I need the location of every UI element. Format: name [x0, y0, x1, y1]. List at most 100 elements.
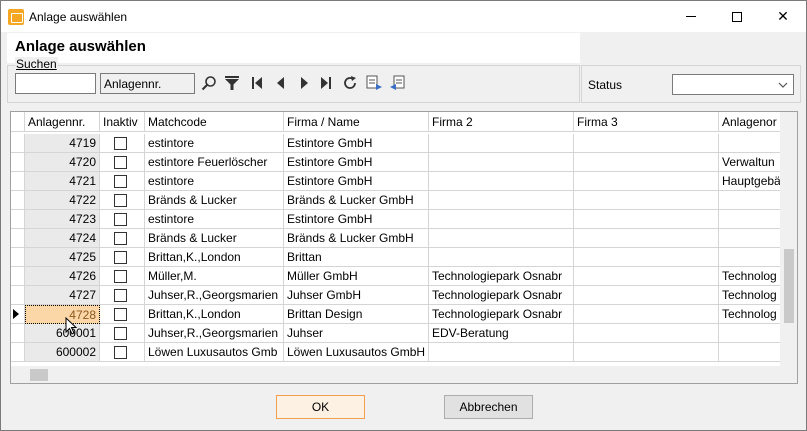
last-record-icon[interactable]	[317, 74, 335, 92]
table-row[interactable]: 4721 estintore Estintore GmbH Hauptgebä	[11, 172, 781, 191]
ort-cell[interactable]	[719, 134, 781, 153]
ort-cell[interactable]: Hauptgebä	[719, 172, 781, 191]
firma3-cell[interactable]	[574, 248, 719, 267]
matchcode-cell[interactable]: Brittan,K.,London	[145, 305, 284, 324]
ort-cell[interactable]	[719, 210, 781, 229]
table-row[interactable]: 4723 estintore Estintore GmbH	[11, 210, 781, 229]
ort-cell[interactable]: Technolog	[719, 267, 781, 286]
firma2-cell[interactable]	[429, 191, 574, 210]
inaktiv-cell[interactable]	[100, 210, 145, 229]
firma3-cell[interactable]	[574, 324, 719, 343]
maximize-button[interactable]	[714, 1, 760, 32]
inaktiv-checkbox[interactable]	[114, 308, 127, 321]
firma2-cell[interactable]: EDV-Beratung	[429, 324, 574, 343]
matchcode-cell[interactable]: estintore	[145, 172, 284, 191]
table-row[interactable]: 4722 Bränds & Lucker Bränds & Lucker GmbH	[11, 191, 781, 210]
firma2-cell[interactable]	[429, 134, 574, 153]
cancel-button[interactable]: Abbrechen	[444, 395, 533, 419]
row-indicator[interactable]	[11, 153, 25, 172]
firma3-cell[interactable]	[574, 305, 719, 324]
vertical-scroll-thumb[interactable]	[784, 249, 794, 323]
ort-cell[interactable]: Technolog	[719, 286, 781, 305]
firma-cell[interactable]: Estintore GmbH	[284, 134, 429, 153]
matchcode-cell[interactable]: estintore	[145, 134, 284, 153]
row-indicator[interactable]	[11, 134, 25, 153]
firma3-cell[interactable]	[574, 172, 719, 191]
matchcode-cell[interactable]: Juhser,R.,Georgsmarien	[145, 324, 284, 343]
matchcode-cell[interactable]: estintore	[145, 210, 284, 229]
nr-cell[interactable]: 4721	[25, 172, 100, 191]
next-record-icon[interactable]	[295, 74, 313, 92]
row-indicator[interactable]	[11, 210, 25, 229]
table-row[interactable]: 4724 Bränds & Lucker Bränds & Lucker GmbH	[11, 229, 781, 248]
import-icon[interactable]	[389, 74, 407, 92]
horizontal-scroll-thumb[interactable]	[30, 369, 48, 381]
nr-cell[interactable]: 600002	[25, 343, 100, 362]
inaktiv-checkbox[interactable]	[114, 251, 127, 264]
row-indicator[interactable]	[11, 267, 25, 286]
matchcode-cell[interactable]: Müller,M.	[145, 267, 284, 286]
column-header-matchcode[interactable]: Matchcode	[145, 112, 284, 132]
inaktiv-cell[interactable]	[100, 191, 145, 210]
firma-cell[interactable]: Juhser	[284, 324, 429, 343]
column-header-anlagenort[interactable]: Anlagenor	[719, 112, 781, 132]
inaktiv-checkbox[interactable]	[114, 213, 127, 226]
firma3-cell[interactable]	[574, 191, 719, 210]
row-indicator[interactable]	[11, 229, 25, 248]
table-row[interactable]: 600001 Juhser,R.,Georgsmarien Juhser EDV-Be…	[11, 324, 781, 343]
firma-cell[interactable]: Estintore GmbH	[284, 153, 429, 172]
row-indicator[interactable]	[11, 248, 25, 267]
inaktiv-checkbox[interactable]	[114, 194, 127, 207]
firma2-cell[interactable]	[429, 210, 574, 229]
firma-cell[interactable]: Estintore GmbH	[284, 172, 429, 191]
firma2-cell[interactable]	[429, 229, 574, 248]
inaktiv-cell[interactable]	[100, 134, 145, 153]
horizontal-scrollbar[interactable]	[11, 366, 797, 383]
anlagen-table[interactable]: Anlagennr. Inaktiv Matchcode Firma / Nam…	[10, 111, 798, 384]
inaktiv-cell[interactable]	[100, 229, 145, 248]
firma-cell[interactable]: Estintore GmbH	[284, 210, 429, 229]
firma-cell[interactable]: Juhser GmbH	[284, 286, 429, 305]
ort-cell[interactable]	[719, 324, 781, 343]
inaktiv-cell[interactable]	[100, 324, 145, 343]
firma2-cell[interactable]	[429, 172, 574, 191]
column-header-firma3[interactable]: Firma 3	[574, 112, 719, 132]
firma-cell[interactable]: Müller GmbH	[284, 267, 429, 286]
matchcode-cell[interactable]: Brittan,K.,London	[145, 248, 284, 267]
firma2-cell[interactable]: Technologiepark Osnabr	[429, 305, 574, 324]
search-input[interactable]	[15, 73, 96, 94]
inaktiv-checkbox[interactable]	[114, 327, 127, 340]
matchcode-cell[interactable]: Löwen Luxusautos Gmb	[145, 343, 284, 362]
firma2-cell[interactable]	[429, 248, 574, 267]
firma3-cell[interactable]	[574, 286, 719, 305]
inaktiv-checkbox[interactable]	[114, 289, 127, 302]
firma3-cell[interactable]	[574, 267, 719, 286]
search-field-select[interactable]: Anlagennr.	[100, 73, 195, 94]
column-header-inaktiv[interactable]: Inaktiv	[100, 112, 145, 132]
table-row[interactable]: 4720 estintore Feuerlöscher Estintore GmbH…	[11, 153, 781, 172]
inaktiv-cell[interactable]	[100, 305, 145, 324]
column-header-anlagennr[interactable]: Anlagennr.	[25, 112, 100, 132]
firma-cell[interactable]: Brittan Design	[284, 305, 429, 324]
nr-cell[interactable]: 600001	[25, 324, 100, 343]
inaktiv-cell[interactable]	[100, 153, 145, 172]
status-dropdown[interactable]	[672, 74, 794, 95]
table-row[interactable]: 600002 Löwen Luxusautos Gmb Löwen Luxusaut…	[11, 343, 781, 362]
close-button[interactable]: ✕	[760, 1, 806, 32]
first-record-icon[interactable]	[248, 74, 266, 92]
nr-cell[interactable]: 4723	[25, 210, 100, 229]
row-indicator[interactable]	[11, 305, 25, 324]
firma-cell[interactable]: Löwen Luxusautos GmbH	[284, 343, 429, 362]
nr-cell[interactable]: 4720	[25, 153, 100, 172]
firma3-cell[interactable]	[574, 134, 719, 153]
inaktiv-checkbox[interactable]	[114, 156, 127, 169]
firma3-cell[interactable]	[574, 153, 719, 172]
matchcode-cell[interactable]: Bränds & Lucker	[145, 191, 284, 210]
firma3-cell[interactable]	[574, 229, 719, 248]
matchcode-cell[interactable]: Bränds & Lucker	[145, 229, 284, 248]
table-row[interactable]: 4726 Müller,M. Müller GmbH Technologiepark …	[11, 267, 781, 286]
inaktiv-cell[interactable]	[100, 248, 145, 267]
inaktiv-cell[interactable]	[100, 343, 145, 362]
inaktiv-checkbox[interactable]	[114, 175, 127, 188]
row-indicator[interactable]	[11, 172, 25, 191]
